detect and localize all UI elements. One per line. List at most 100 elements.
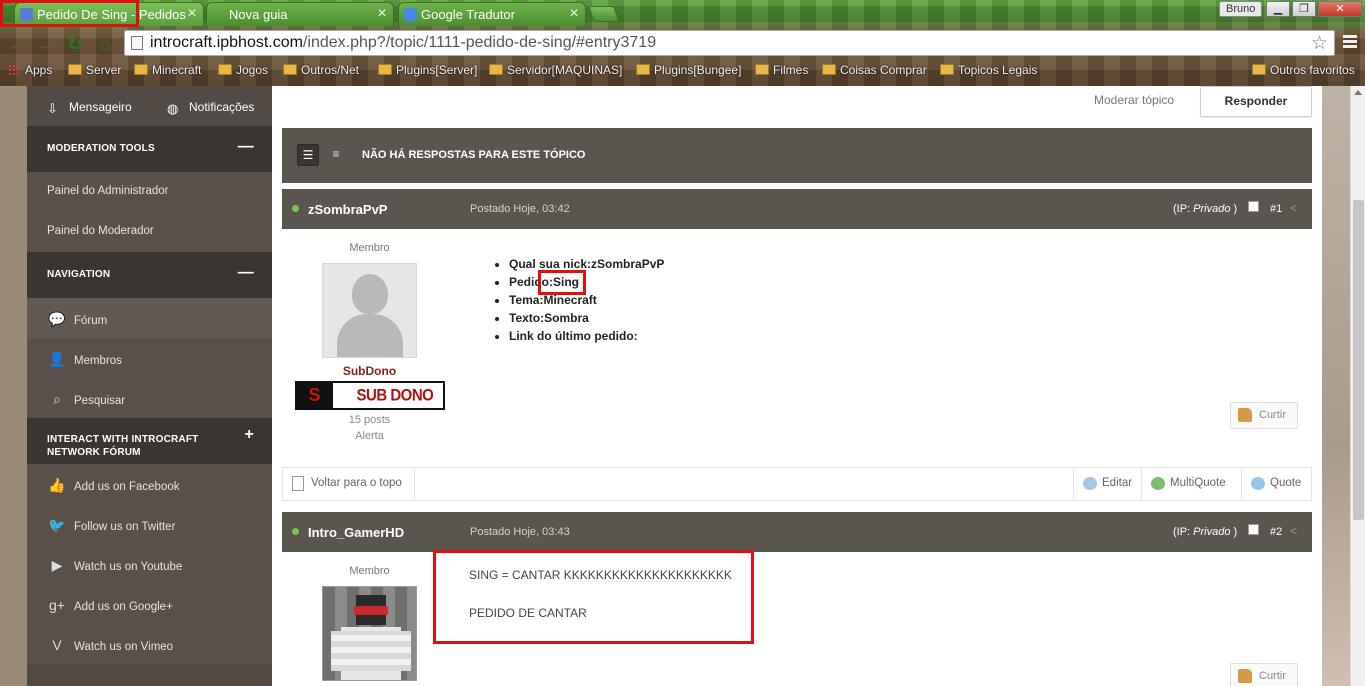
like-button[interactable]: Curtir <box>1230 402 1298 429</box>
bookmark-folder[interactable]: Coisas Comprar <box>822 63 927 77</box>
compact-view-icon[interactable]: ≡ <box>325 144 347 166</box>
like-button[interactable]: Curtir <box>1230 663 1298 686</box>
multiquote-icon <box>1151 477 1165 490</box>
collapse-icon[interactable]: — <box>238 264 254 282</box>
bookmark-folder[interactable]: Jogos <box>218 63 268 77</box>
address-bar[interactable]: introcraft.ipbhost.com/index.php?/topic/… <box>124 30 1335 56</box>
navigation-header[interactable]: NAVIGATION — <box>27 252 272 298</box>
minimize-button[interactable]: ▁ <box>1266 1 1290 17</box>
post-author-link[interactable]: Intro_GamerHD <box>308 525 404 540</box>
close-tab-icon[interactable]: ✕ <box>187 6 197 20</box>
edit-icon <box>1083 477 1097 490</box>
bookmark-folder[interactable]: Plugins[Server] <box>378 63 477 77</box>
scrollbar-thumb[interactable] <box>1353 200 1364 520</box>
sidebar-item-members[interactable]: 👤 Membros <box>27 338 272 378</box>
sidebar-item-facebook[interactable]: 👍 Add us on Facebook <box>27 464 272 504</box>
close-tab-icon[interactable]: ✕ <box>569 6 579 20</box>
close-window-button[interactable]: ✕ <box>1318 1 1362 17</box>
share-icon[interactable]: < <box>1290 201 1297 215</box>
bookmark-folder[interactable]: Plugins[Bungee] <box>636 63 741 77</box>
bookmark-folder[interactable]: Servidor[MAQUINAS] <box>489 63 622 77</box>
expand-icon[interactable]: + <box>244 427 254 443</box>
post-number-link[interactable]: #1 <box>1270 203 1282 215</box>
list-item: Pedido:Sing <box>509 275 664 289</box>
tab-nova-guia[interactable]: Nova guia ✕ <box>206 2 394 26</box>
post-author-link[interactable]: zSombraPvP <box>308 202 387 217</box>
multiquote-button[interactable]: MultiQuote <box>1141 468 1242 500</box>
vertical-scrollbar[interactable] <box>1350 86 1365 686</box>
tab-label: Nova guia <box>229 7 288 22</box>
list-item: Qual sua nick:zSombraPvP <box>509 257 664 271</box>
minecraft-avatar[interactable] <box>322 586 417 681</box>
red-highlight-box <box>538 270 586 295</box>
post-select-checkbox[interactable] <box>1248 201 1259 212</box>
warn-link[interactable]: Alerta <box>282 430 457 442</box>
moderate-topic-link[interactable]: Moderar tópico <box>1094 93 1174 107</box>
list-view-icon[interactable]: ☰ <box>297 144 319 166</box>
bookmark-folder[interactable]: Server <box>68 63 121 77</box>
page-background <box>1322 86 1350 686</box>
sidebar-item-google-plus[interactable]: g+ Add us on Google+ <box>27 584 272 624</box>
folder-icon <box>636 64 650 75</box>
notifications-link[interactable]: ◍ Notificações <box>167 100 254 116</box>
no-replies-message: NÃO HÁ RESPOSTAS PARA ESTE TÓPICO <box>362 149 586 161</box>
sidebar-user-links: ⇩ Mensageiro ◍ Notificações <box>27 86 272 126</box>
edit-button[interactable]: Editar <box>1073 468 1150 500</box>
post-header: Intro_GamerHD Postado Hoje, 03:43 (IP: P… <box>282 512 1312 552</box>
home-icon[interactable]: ⌂ <box>94 34 116 56</box>
back-arrow-icon[interactable]: ← <box>6 34 28 56</box>
post-count: 15 posts <box>348 414 391 426</box>
interact-header[interactable]: INTERACT WITH INTROCRAFT NETWORK FÓRUM + <box>27 418 272 464</box>
bookmark-folder[interactable]: Filmes <box>755 63 808 77</box>
sidebar: ⇩ Mensageiro ◍ Notificações MODERATION TOO… <box>27 86 272 686</box>
post-date[interactable]: Postado Hoje, 03:42 <box>470 203 570 215</box>
reload-icon[interactable]: ↻ <box>64 34 86 56</box>
post-number-link[interactable]: #2 <box>1270 526 1282 538</box>
quote-button[interactable]: Quote <box>1241 468 1311 500</box>
folder-icon <box>1252 64 1266 75</box>
post-ip: (IP: Privado ) <box>1173 203 1238 215</box>
tab-strip: Pedido De Sing - Pedidos ✕ Nova guia ✕ G… <box>0 0 1365 27</box>
post-date[interactable]: Postado Hoje, 03:43 <box>470 526 570 538</box>
google-plus-icon: g+ <box>49 597 65 613</box>
tab-google-tradutor[interactable]: Google Tradutor ✕ <box>398 2 586 26</box>
post-select-checkbox[interactable] <box>1248 524 1259 535</box>
list-item: Link do último pedido: <box>509 329 664 343</box>
bookmark-folder[interactable]: Outros/Net <box>283 63 359 77</box>
bookmark-folder[interactable]: Topicos Legais <box>940 63 1037 77</box>
folder-icon <box>378 64 392 75</box>
bookmark-folder[interactable]: Minecraft <box>134 63 201 77</box>
back-to-top-link[interactable]: Voltar para o topo <box>283 468 415 500</box>
sidebar-item-moderator-panel[interactable]: Painel do Moderador <box>27 212 272 252</box>
reply-button[interactable]: Responder <box>1200 86 1312 117</box>
sidebar-item-vimeo[interactable]: V Watch us on Vimeo <box>27 624 272 664</box>
other-bookmarks[interactable]: Outros favoritos <box>1252 63 1355 77</box>
moderation-tools-header[interactable]: MODERATION TOOLS — <box>27 126 272 172</box>
sidebar-item-youtube[interactable]: ▶ Watch us on Youtube <box>27 544 272 584</box>
scroll-up-arrow-icon[interactable] <box>1354 90 1362 95</box>
member-title: Membro <box>349 242 390 254</box>
default-avatar[interactable] <box>322 263 417 358</box>
twitter-bird-icon: 🐦 <box>48 517 66 533</box>
sidebar-item-twitter[interactable]: 🐦 Follow us on Twitter <box>27 504 272 544</box>
close-tab-icon[interactable]: ✕ <box>377 6 387 20</box>
bookmark-apps[interactable]: Apps <box>8 63 52 77</box>
bookmarks-bar: Apps Server Minecraft Jogos Outros/Net P… <box>0 60 1365 82</box>
sidebar-item-admin-panel[interactable]: Painel do Administrador <box>27 172 272 212</box>
list-item: Tema:Minecraft <box>509 293 664 307</box>
bookmark-star-icon[interactable]: ☆ <box>1311 32 1328 55</box>
sidebar-item-forum[interactable]: 💬 Fórum <box>27 298 272 338</box>
folder-icon <box>822 64 836 75</box>
quote-icon <box>1251 477 1265 490</box>
share-icon[interactable]: < <box>1290 524 1297 538</box>
forward-arrow-icon[interactable]: → <box>34 34 56 56</box>
collapse-icon[interactable]: — <box>238 138 254 156</box>
sidebar-item-search[interactable]: ⌕ Pesquisar <box>27 378 272 418</box>
post-text-line: PEDIDO DE CANTAR <box>469 606 587 620</box>
messenger-link[interactable]: ⇩ Mensageiro <box>47 100 132 116</box>
post-text-line: SING = CANTAR KKKKKKKKKKKKKKKKKKKKK <box>469 568 732 582</box>
chrome-menu-icon[interactable] <box>1341 33 1359 53</box>
profile-badge[interactable]: Bruno <box>1219 1 1263 17</box>
new-tab-button[interactable] <box>588 6 620 22</box>
restore-button[interactable]: ❐ <box>1292 1 1316 17</box>
